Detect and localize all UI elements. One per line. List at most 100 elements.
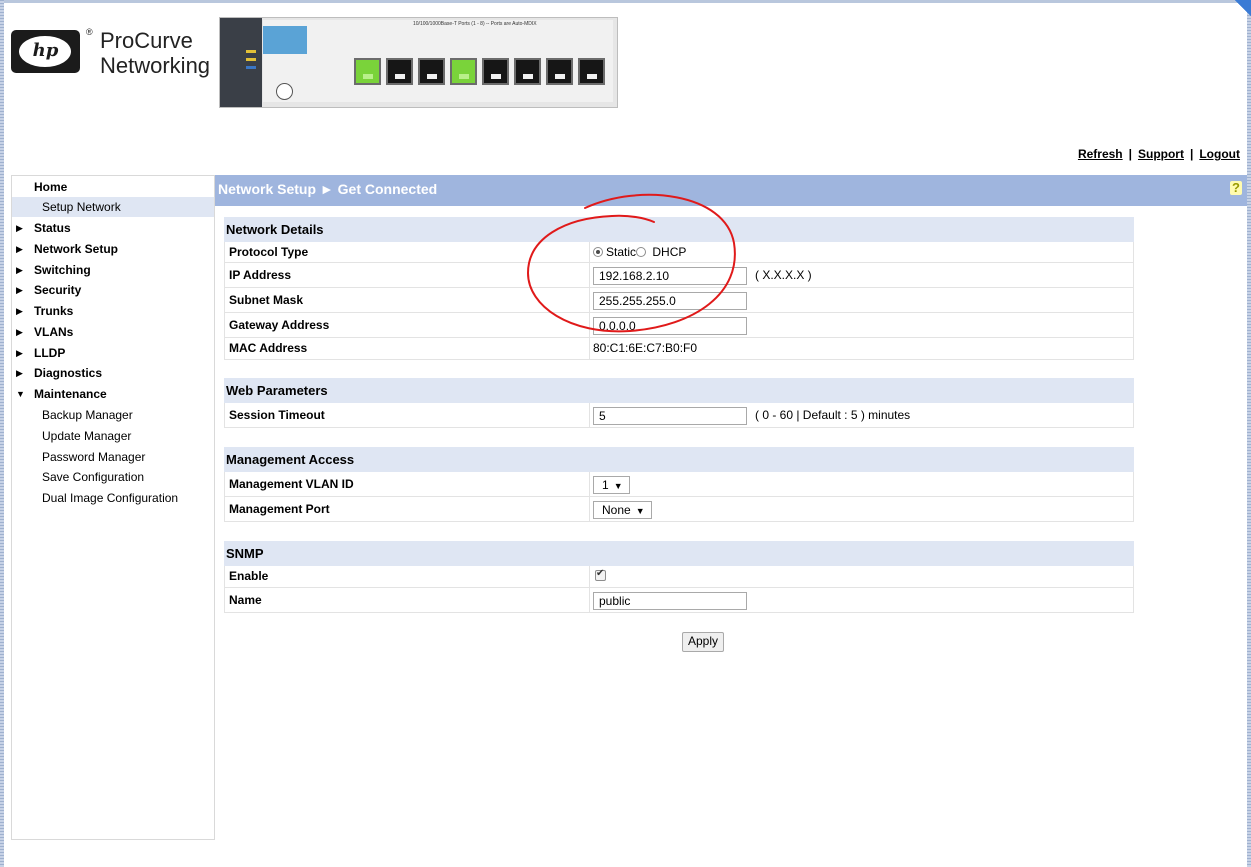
subnet-mask-row: Subnet Mask 255.255.255.0 — [224, 288, 1134, 313]
expand-arrow-icon: ▶ — [16, 265, 23, 275]
sidebar-item-label: Save Configuration — [42, 470, 145, 484]
management-vlan-select[interactable]: 1 ▼ — [593, 476, 630, 494]
sidebar-item-status[interactable]: ▶ Status — [12, 218, 214, 238]
ip-format-hint: ( X.X.X.X ) — [755, 268, 812, 282]
expand-arrow-icon: ▶ — [16, 368, 23, 378]
logout-link[interactable]: Logout — [1199, 147, 1240, 161]
help-icon[interactable]: ? — [1230, 181, 1242, 195]
sidebar-item-label: Trunks — [34, 304, 74, 318]
page-title-bar: Network Setup ► Get Connected ? — [215, 175, 1247, 206]
column-divider — [589, 313, 590, 337]
sidebar-item-setup-network[interactable]: Setup Network — [12, 197, 214, 217]
fault-led — [246, 58, 256, 61]
switch-faceplate[interactable]: 10/100/1000Base-T Ports (1 - 8) -- Ports… — [219, 17, 618, 108]
field-label: Management VLAN ID — [229, 477, 354, 491]
sidebar-item-dual-image-configuration[interactable]: Dual Image Configuration — [12, 488, 214, 508]
gateway-address-input[interactable]: 0.0.0.0 — [593, 317, 747, 335]
brand-line-2: Networking — [100, 53, 211, 78]
column-divider — [589, 242, 590, 262]
sidebar-item-security[interactable]: ▶ Security — [12, 280, 214, 300]
management-port-row: Management Port None ▼ — [224, 497, 1134, 522]
switch-port-7[interactable] — [546, 58, 573, 85]
sidebar-item-label: VLANs — [34, 325, 74, 339]
snmp-name-input[interactable]: public — [593, 592, 747, 610]
sidebar-item-label: LLDP — [34, 346, 66, 360]
snmp-name-row: Name public — [224, 588, 1134, 613]
sidebar-item-home[interactable]: Home — [12, 177, 214, 197]
session-timeout-row: Session Timeout 5 ( 0 - 60 | Default : 5… — [224, 403, 1134, 428]
sidebar-item-vlans[interactable]: ▶ VLANs — [12, 322, 214, 342]
field-label: Name — [229, 593, 262, 607]
window-frame-top — [0, 0, 1251, 3]
column-divider — [589, 288, 590, 312]
expand-arrow-icon: ▶ — [16, 285, 23, 295]
network-details-section: Network Details Protocol Type Static DHC… — [224, 217, 1134, 360]
static-radio[interactable] — [593, 247, 603, 257]
sidebar-item-save-configuration[interactable]: Save Configuration — [12, 467, 214, 487]
registered-mark: ® — [86, 27, 93, 37]
section-heading: SNMP — [224, 541, 1134, 566]
switch-port-1[interactable] — [354, 58, 381, 85]
column-divider — [589, 403, 590, 427]
switch-port-8[interactable] — [578, 58, 605, 85]
switch-status-panel — [220, 18, 262, 107]
management-port-select[interactable]: None ▼ — [593, 501, 652, 519]
sidebar-item-maintenance[interactable]: ▼ Maintenance — [12, 384, 214, 404]
sidebar-item-switching[interactable]: ▶ Switching — [12, 260, 214, 280]
led-mode-button[interactable] — [276, 83, 293, 100]
gateway-address-row: Gateway Address 0.0.0.0 — [224, 313, 1134, 338]
field-label: Session Timeout — [229, 408, 325, 422]
expand-arrow-icon: ▶ — [16, 306, 23, 316]
section-heading: Web Parameters — [224, 378, 1134, 403]
management-vlan-row: Management VLAN ID 1 ▼ — [224, 472, 1134, 497]
switch-port-caption: 10/100/1000Base-T Ports (1 - 8) -- Ports… — [413, 21, 537, 27]
switch-port-6[interactable] — [514, 58, 541, 85]
switch-port-5[interactable] — [482, 58, 509, 85]
switch-port-3[interactable] — [418, 58, 445, 85]
sidebar-item-label: Status — [34, 221, 71, 235]
top-links: Refresh | Support | Logout — [1078, 147, 1240, 161]
ip-address-input[interactable]: 192.168.2.10 — [593, 267, 747, 285]
sidebar-item-backup-manager[interactable]: Backup Manager — [12, 405, 214, 425]
link-separator: | — [1189, 147, 1194, 161]
select-value: None — [602, 503, 631, 517]
subnet-mask-input[interactable]: 255.255.255.0 — [593, 292, 747, 310]
field-label: IP Address — [229, 268, 292, 282]
protocol-radio-group: Static DHCP — [593, 242, 686, 263]
sidebar-item-label: Home — [34, 180, 68, 194]
switch-model-badge — [263, 26, 307, 54]
section-heading: Network Details — [224, 217, 1134, 242]
apply-button[interactable]: Apply — [682, 632, 725, 652]
session-timeout-hint: ( 0 - 60 | Default : 5 ) minutes — [755, 408, 911, 422]
column-divider — [589, 588, 590, 612]
sidebar-item-trunks[interactable]: ▶ Trunks — [12, 301, 214, 321]
sidebar-item-label: Dual Image Configuration — [42, 491, 179, 505]
refresh-link[interactable]: Refresh — [1078, 147, 1123, 161]
window-frame-right — [1247, 0, 1251, 867]
switch-port-2[interactable] — [386, 58, 413, 85]
page-title: Network Setup ► Get Connected — [218, 181, 438, 197]
switch-port-4[interactable] — [450, 58, 477, 85]
window-corner — [1233, 0, 1251, 18]
sidebar-item-label: Switching — [34, 263, 91, 277]
support-link[interactable]: Support — [1138, 147, 1184, 161]
field-label: Gateway Address — [229, 318, 330, 332]
sidebar-item-password-manager[interactable]: Password Manager — [12, 447, 214, 467]
sidebar-item-lldp[interactable]: ▶ LLDP — [12, 343, 214, 363]
sidebar-nav: Home Setup Network ▶ Status ▶ Network Se… — [11, 175, 215, 840]
static-radio-label: Static — [606, 245, 637, 259]
sidebar-item-update-manager[interactable]: Update Manager — [12, 426, 214, 446]
expand-arrow-icon: ▶ — [16, 244, 23, 254]
dhcp-radio[interactable] — [636, 247, 647, 257]
sidebar-item-label: Setup Network — [42, 200, 121, 214]
field-label: MAC Address — [229, 341, 308, 355]
sidebar-item-network-setup[interactable]: ▶ Network Setup — [12, 239, 214, 259]
column-divider — [589, 497, 590, 521]
sidebar-item-label: Security — [34, 283, 82, 297]
sidebar-item-diagnostics[interactable]: ▶ Diagnostics — [12, 363, 214, 383]
chevron-down-icon: ▼ — [613, 481, 623, 491]
session-timeout-input[interactable]: 5 — [593, 407, 747, 425]
ip-address-row: IP Address 192.168.2.10 ( X.X.X.X ) — [224, 263, 1134, 288]
snmp-enable-checkbox[interactable] — [595, 568, 606, 581]
sidebar-item-label: Network Setup — [34, 242, 119, 256]
